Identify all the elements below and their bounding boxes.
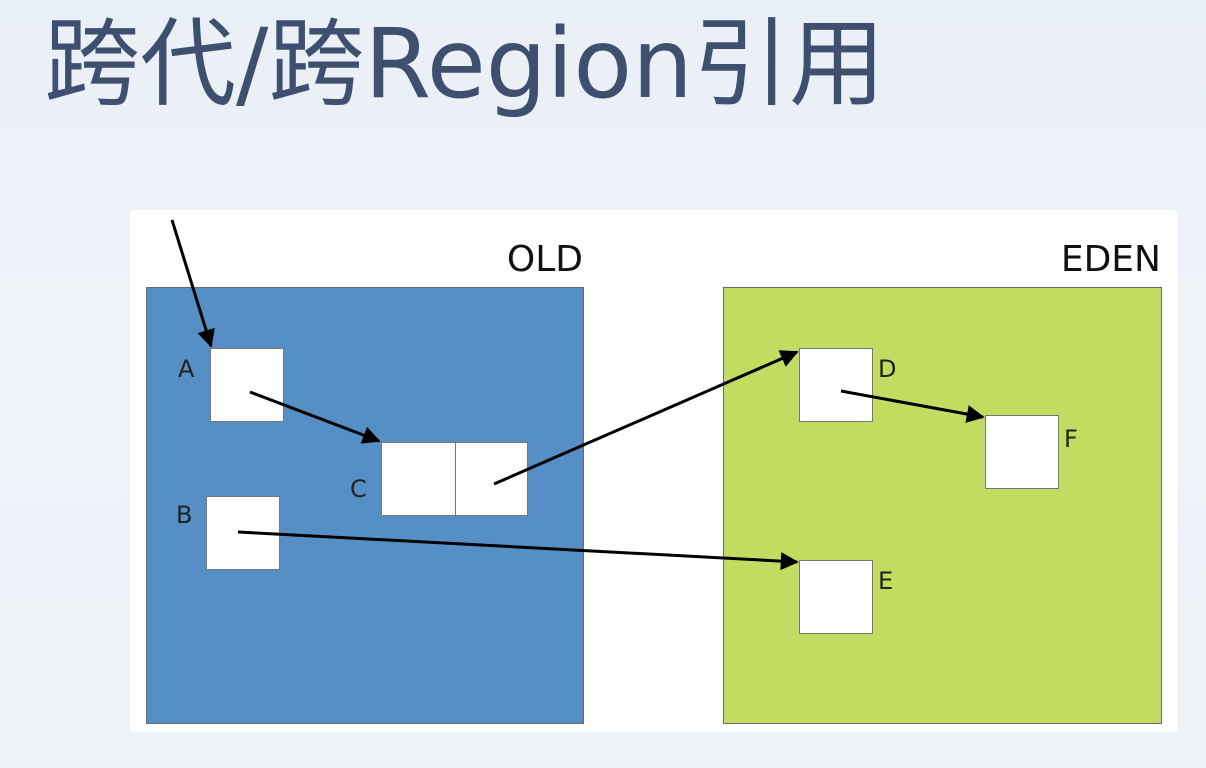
reference-b-to-e bbox=[237, 530, 799, 571]
reference-a-to-c bbox=[249, 390, 381, 444]
diagram-panel: OLD EDEN A B C D E F bbox=[130, 210, 1178, 732]
page-title: 跨代/跨Region引用 bbox=[44, 8, 885, 120]
reference-d-to-f bbox=[840, 389, 985, 423]
reference-arrows bbox=[170, 219, 985, 571]
reference-c-to-d bbox=[493, 350, 799, 486]
reference-root-to-a bbox=[170, 219, 215, 348]
